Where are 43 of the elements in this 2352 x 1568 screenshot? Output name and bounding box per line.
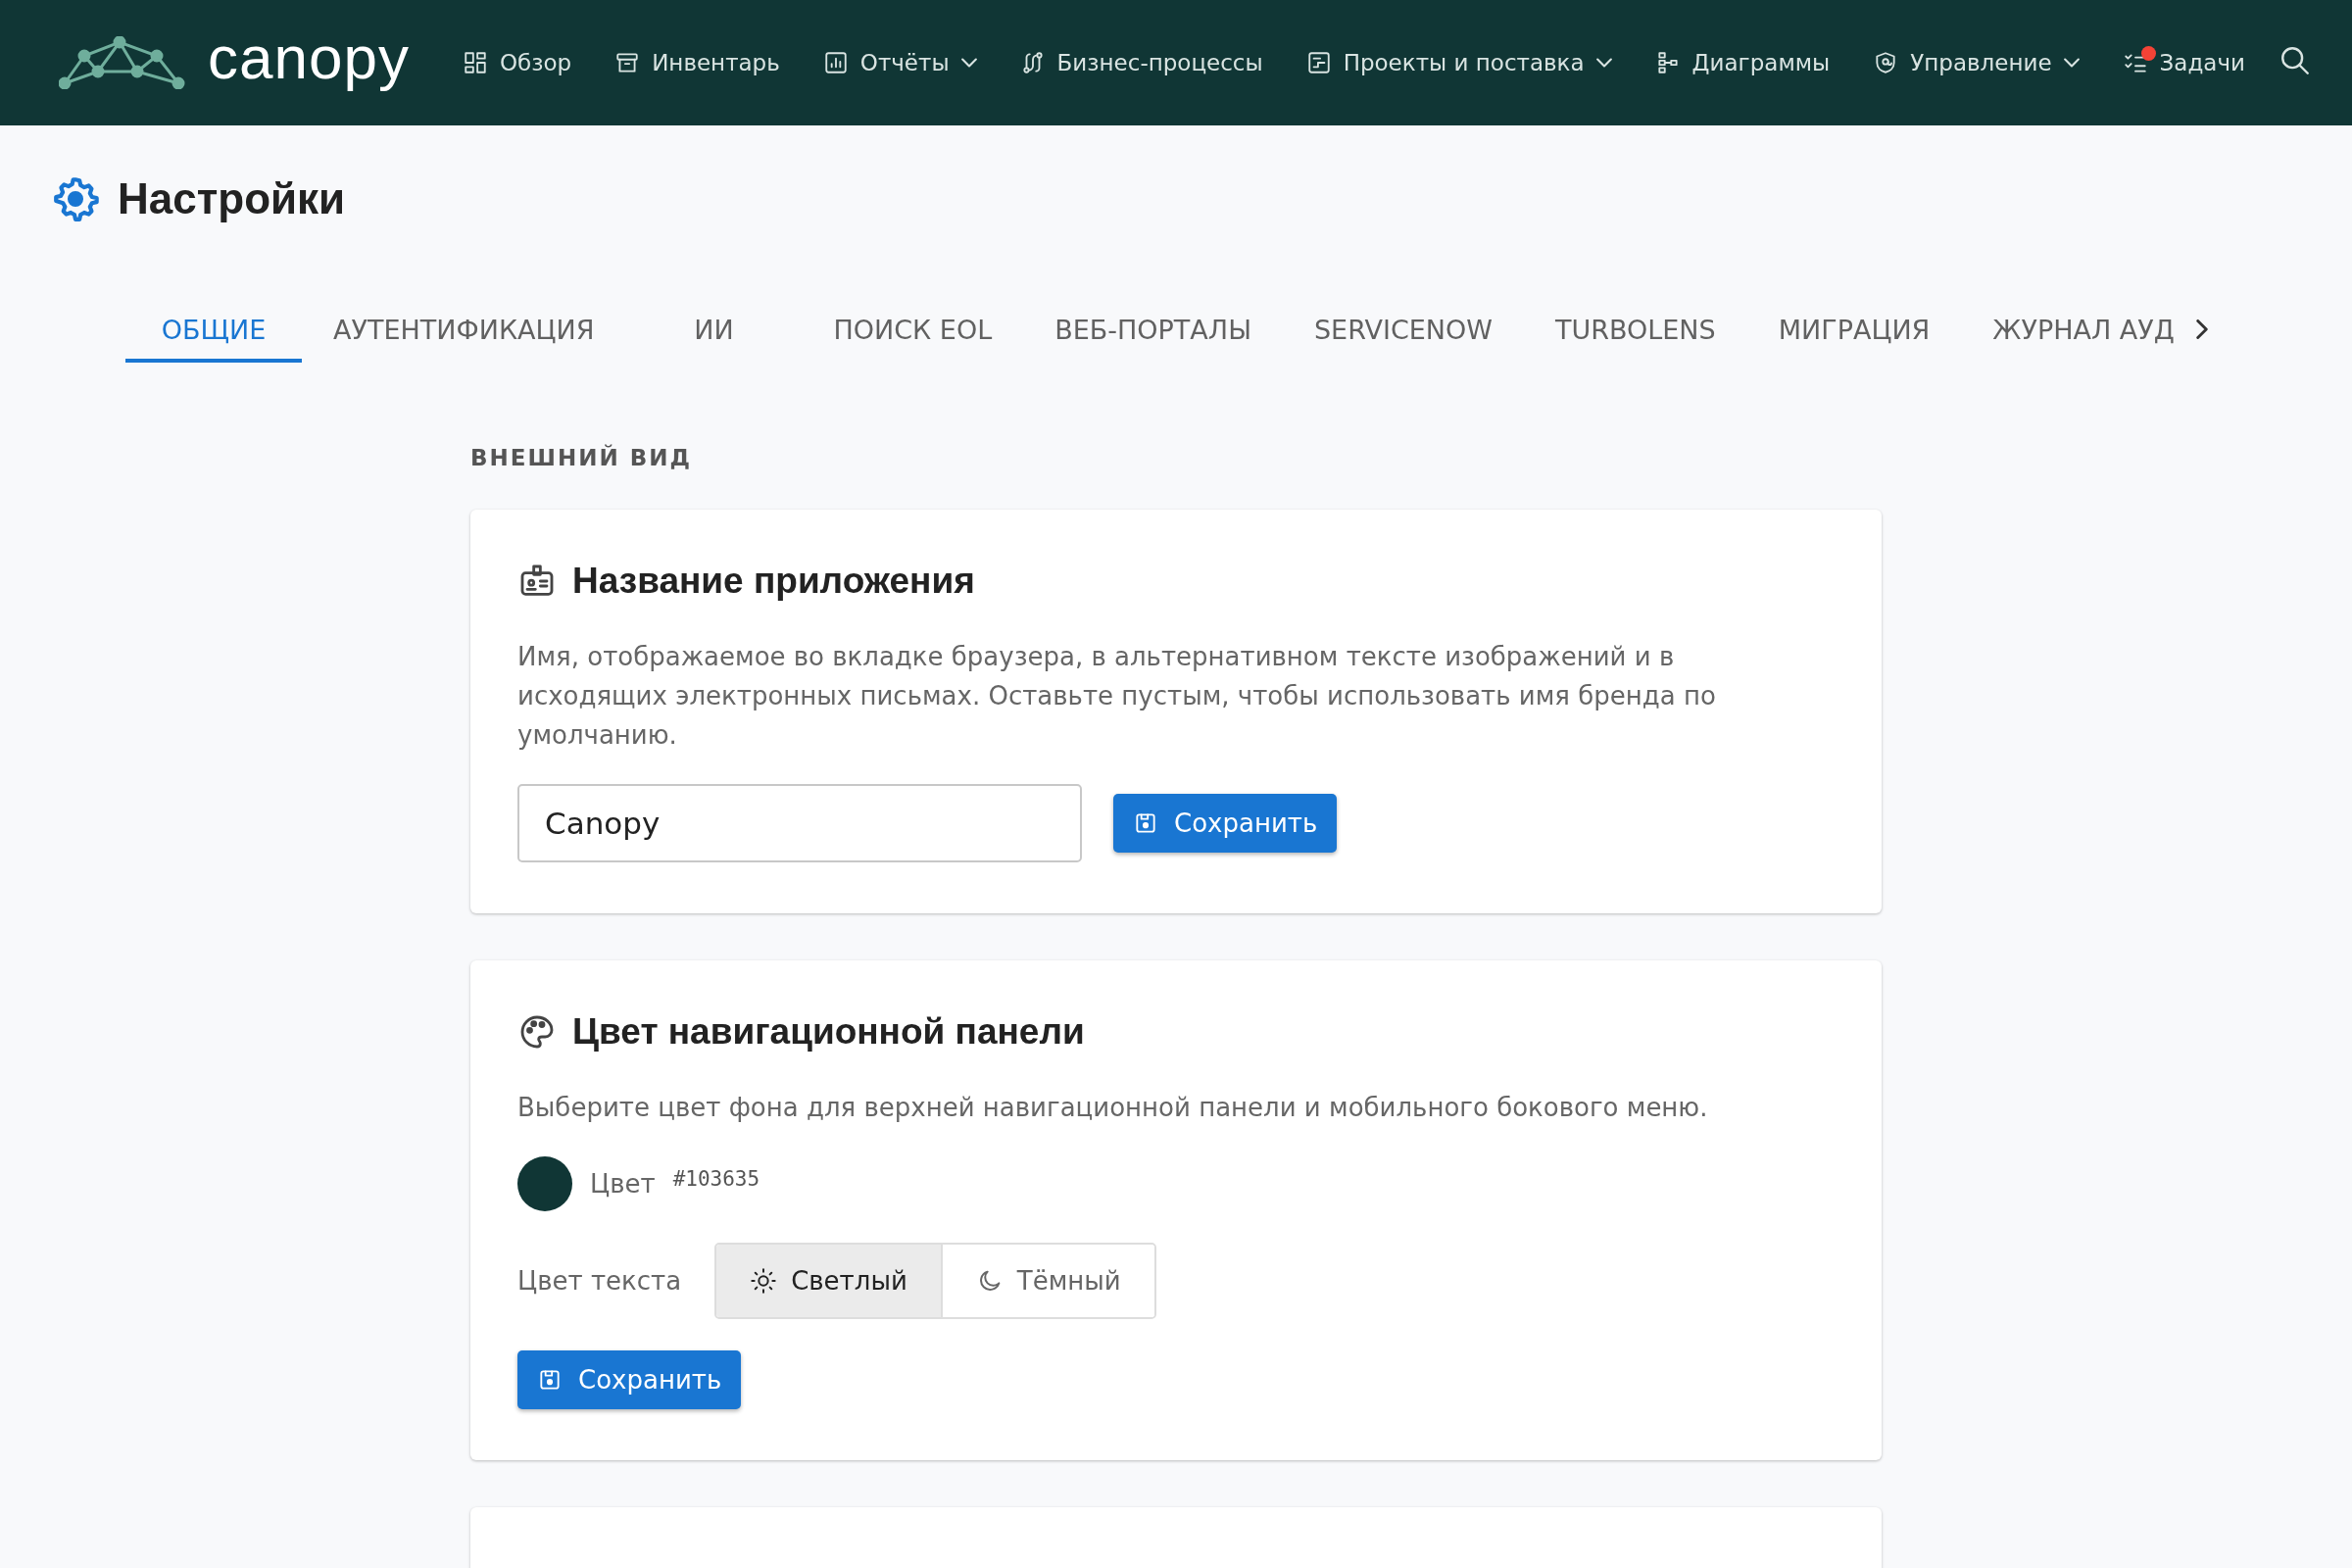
settings-tab[interactable]: ПОИСК EOL bbox=[802, 300, 1024, 363]
save-icon bbox=[537, 1367, 563, 1393]
logo-text: canopy bbox=[208, 27, 410, 93]
settings-tab[interactable]: МИГРАЦИЯ bbox=[1746, 300, 1962, 363]
card-title: Название приложения bbox=[572, 561, 975, 602]
chevron-right-icon[interactable] bbox=[2195, 319, 2208, 339]
card-description: Выберите цвет фона для верхней навигационной панели и мобильного бокового меню. bbox=[517, 1092, 1709, 1124]
text-color-option[interactable]: Тёмный bbox=[940, 1245, 1154, 1317]
nav-menu-item[interactable]: Бизнес-процессы bbox=[1015, 44, 1267, 81]
page-title: Настройки bbox=[118, 174, 346, 223]
save-icon bbox=[1133, 810, 1158, 836]
settings-tab[interactable]: ОБЩИЕ bbox=[125, 300, 302, 363]
card-title: Цвет навигационной панели bbox=[572, 1011, 1085, 1053]
dashboard-icon bbox=[462, 50, 488, 75]
settings-tab[interactable]: ИИ bbox=[625, 300, 803, 363]
settings-tab[interactable]: ВЕБ-ПОРТАЛЫ bbox=[1023, 300, 1283, 363]
settings-icon bbox=[51, 174, 100, 223]
save-button[interactable]: Сохранить bbox=[517, 1350, 742, 1409]
nav-menu-item[interactable]: Отчёты bbox=[818, 44, 981, 81]
board-icon bbox=[1305, 50, 1332, 75]
nav-menu-item[interactable]: Проекты и поставка bbox=[1301, 44, 1616, 81]
nav-menu-item[interactable]: Диаграммы bbox=[1650, 44, 1835, 81]
save-button[interactable]: Сохранить bbox=[1113, 794, 1338, 853]
text-color-option[interactable]: Светлый bbox=[716, 1245, 941, 1317]
nav-menu-item[interactable]: Задачи bbox=[2118, 44, 2249, 81]
settings-tab[interactable]: SERVICENOW bbox=[1282, 300, 1524, 363]
nav-menu-item[interactable]: Управление bbox=[1869, 44, 2083, 81]
archive-box-icon bbox=[614, 50, 641, 75]
logo-icon bbox=[59, 36, 186, 89]
card-description: Имя, отображаемое во вкладке браузера, в альтернативном тексте изображений и в исходящих электронных письмах. Оставьте пустым, чтобы использовать имя бренда по умолчанию. bbox=[517, 641, 1717, 752]
app-name-field[interactable]: Canopy bbox=[517, 784, 1082, 862]
sun-icon bbox=[750, 1267, 778, 1295]
nav-menu-item[interactable]: Инвентарь bbox=[611, 44, 784, 81]
color-label: Цвет bbox=[590, 1169, 656, 1199]
section-label: ВНЕШНИЙ ВИД bbox=[470, 445, 693, 470]
nav-menu-item[interactable]: Обзор bbox=[458, 44, 576, 81]
settings-tab[interactable]: АУТЕНТИФИКАЦИЯ bbox=[302, 300, 626, 363]
color-swatch[interactable] bbox=[517, 1156, 572, 1211]
bar-chart-icon bbox=[822, 50, 849, 75]
text-color-label: Цвет текста bbox=[517, 1266, 682, 1296]
settings-tab[interactable]: TURBOLENS bbox=[1523, 300, 1747, 363]
settings-tab[interactable]: ЖУРНАЛ АУД bbox=[1961, 300, 2188, 363]
color-value: #103635 bbox=[672, 1167, 760, 1191]
